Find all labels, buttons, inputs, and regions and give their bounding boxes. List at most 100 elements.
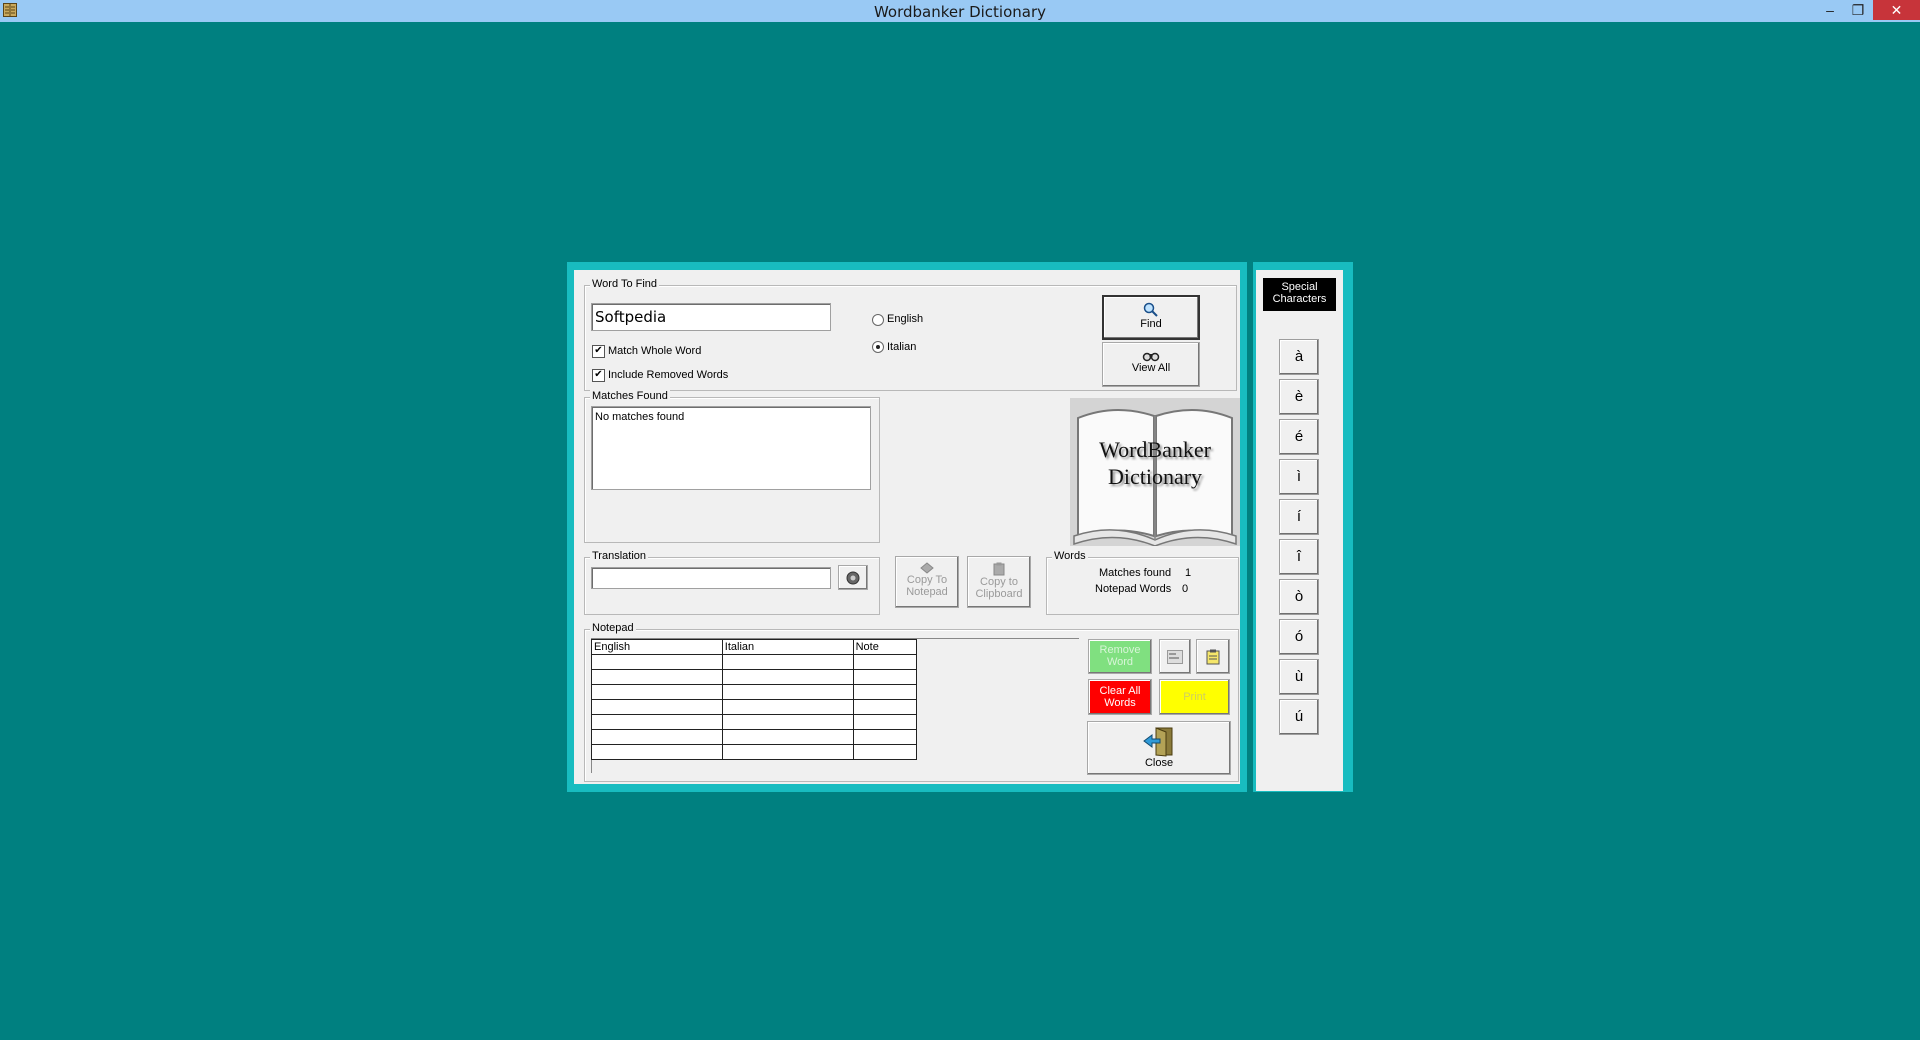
table-cell[interactable]: [852, 699, 918, 715]
clear-all-words-button[interactable]: Clear All Words: [1088, 679, 1152, 715]
copy-to-clipboard-line2: Clipboard: [975, 588, 1023, 600]
table-cell[interactable]: [591, 744, 723, 760]
table-cell[interactable]: [591, 684, 723, 700]
speak-button[interactable]: [838, 565, 868, 590]
table-cell[interactable]: [721, 729, 854, 745]
close-button-label: Close: [1144, 757, 1174, 769]
search-input[interactable]: Softpedia: [591, 303, 831, 331]
copy-to-clipboard-button[interactable]: Copy to Clipboard: [967, 556, 1031, 608]
find-button-label: Find: [1140, 318, 1162, 330]
exit-door-icon: [1143, 727, 1173, 757]
table-cell[interactable]: [852, 744, 918, 760]
italian-radio[interactable]: [872, 341, 884, 353]
clear-all-line1: Clear All: [1099, 685, 1141, 697]
table-row[interactable]: [591, 729, 918, 745]
table-cell[interactable]: [721, 714, 854, 730]
table-cell[interactable]: [721, 684, 854, 700]
notepad-icon: [1206, 649, 1220, 665]
print-button[interactable]: Print: [1159, 679, 1230, 715]
table-cell[interactable]: [852, 654, 918, 670]
logo-line-2: Dictionary: [1107, 464, 1203, 489]
table-cell[interactable]: [591, 729, 723, 745]
special-char-button[interactable]: à: [1279, 339, 1319, 375]
search-input-value: Softpedia: [595, 308, 667, 326]
minimize-button[interactable]: –: [1816, 0, 1844, 20]
words-label: Words: [1052, 550, 1088, 562]
table-row[interactable]: [591, 654, 918, 670]
column-header-english[interactable]: English: [591, 639, 723, 655]
clear-all-line2: Words: [1104, 697, 1136, 709]
view-all-button-label: View All: [1131, 362, 1171, 374]
view-all-button[interactable]: View All: [1102, 342, 1200, 387]
close-window-button[interactable]: ✕: [1873, 0, 1920, 20]
notepad-words-count-label: Notepad Words: [1095, 583, 1172, 595]
special-char-button[interactable]: î: [1279, 539, 1319, 575]
special-characters-title: Special Characters: [1263, 278, 1336, 311]
word-to-find-label: Word To Find: [590, 278, 660, 290]
table-cell[interactable]: [852, 684, 918, 700]
title-bar: Wordbanker Dictionary – ❐ ✕: [0, 0, 1920, 22]
table-cell[interactable]: [721, 699, 854, 715]
copy-to-notepad-line1: Copy To: [906, 574, 948, 586]
copy-to-notepad-button[interactable]: Copy To Notepad: [895, 556, 959, 608]
special-char-button[interactable]: é: [1279, 419, 1319, 455]
special-char-button[interactable]: ù: [1279, 659, 1319, 695]
edit-note-button[interactable]: [1159, 639, 1191, 674]
english-radio-label: English: [887, 313, 924, 325]
paste-button[interactable]: [1196, 639, 1230, 674]
logo-line-1: WordBanker: [1099, 437, 1211, 462]
special-char-button[interactable]: ò: [1279, 579, 1319, 615]
speaker-icon: [846, 571, 860, 585]
table-row[interactable]: [591, 684, 918, 700]
table-cell[interactable]: [721, 669, 854, 685]
clipboard-icon: [993, 562, 1005, 576]
column-header-italian[interactable]: Italian: [721, 639, 854, 655]
special-title-line2: Characters: [1272, 293, 1327, 305]
english-radio[interactable]: [872, 314, 884, 326]
close-button[interactable]: Close: [1087, 721, 1231, 775]
table-cell[interactable]: [591, 669, 723, 685]
matches-found-label: Matches Found: [590, 390, 670, 402]
table-row[interactable]: [591, 699, 918, 715]
find-button[interactable]: Find: [1102, 295, 1200, 340]
special-char-button[interactable]: ó: [1279, 619, 1319, 655]
translation-label: Translation: [590, 550, 649, 562]
table-cell[interactable]: [591, 714, 723, 730]
notepad-words-count: 0: [1182, 583, 1189, 595]
match-whole-word-label: Match Whole Word: [608, 345, 702, 357]
remove-word-line1: Remove: [1099, 644, 1141, 656]
matches-found-count: 1: [1185, 567, 1192, 579]
special-char-button[interactable]: ì: [1279, 459, 1319, 495]
copy-notepad-icon: [920, 562, 934, 574]
binoculars-icon: [1142, 352, 1160, 362]
include-removed-checkbox[interactable]: ✔: [592, 369, 605, 382]
special-char-button[interactable]: è: [1279, 379, 1319, 415]
copy-to-notepad-line2: Notepad: [906, 586, 948, 598]
table-cell[interactable]: [591, 699, 723, 715]
table-cell[interactable]: [591, 654, 723, 670]
table-row[interactable]: [591, 744, 918, 760]
special-char-button[interactable]: í: [1279, 499, 1319, 535]
table-cell[interactable]: [721, 744, 854, 760]
remove-word-line2: Word: [1106, 656, 1134, 668]
special-char-button[interactable]: ú: [1279, 699, 1319, 735]
remove-word-button[interactable]: Remove Word: [1088, 639, 1152, 674]
column-header-note[interactable]: Note: [852, 639, 918, 655]
restore-button[interactable]: ❐: [1844, 0, 1872, 20]
table-row[interactable]: [591, 714, 918, 730]
table-cell[interactable]: [852, 729, 918, 745]
notepad-label: Notepad: [590, 622, 636, 634]
table-cell[interactable]: [852, 714, 918, 730]
table-cell[interactable]: [721, 654, 854, 670]
match-whole-word-checkbox[interactable]: ✔: [592, 345, 605, 358]
matches-found-count-label: Matches found: [1099, 567, 1172, 579]
wordbanker-logo: WordBanker Dictionary: [1070, 398, 1240, 546]
italian-radio-label: Italian: [887, 341, 917, 353]
matches-list[interactable]: No matches found: [591, 406, 871, 490]
translation-input[interactable]: [591, 567, 831, 589]
notepad-table[interactable]: English Italian Note: [591, 639, 918, 760]
table-row[interactable]: [591, 669, 918, 685]
list-item[interactable]: No matches found: [595, 411, 684, 423]
table-cell[interactable]: [852, 669, 918, 685]
window-title: Wordbanker Dictionary: [873, 3, 1047, 21]
